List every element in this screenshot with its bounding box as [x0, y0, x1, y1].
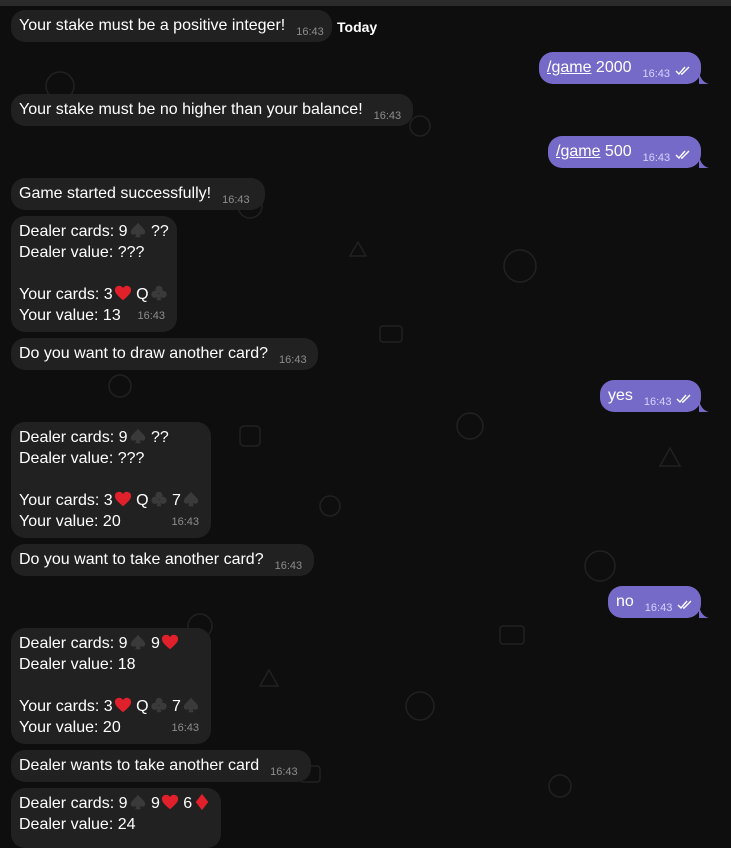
message-text: Your stake must be a positive integer! [19, 17, 286, 34]
your-cards-line: Your cards: 3 Q [19, 284, 167, 305]
message-text: no [616, 593, 634, 610]
message-text: Dealer wants to take another card [19, 757, 260, 774]
date-separator: Today [337, 19, 378, 35]
message-incoming[interactable]: Do you want to draw another card? 16:43 [11, 338, 318, 370]
message-text: Game started successfully! [19, 185, 212, 202]
message-outgoing[interactable]: /game 500 16:43 [548, 136, 701, 168]
bubble-tail [699, 72, 709, 84]
heart-suit-icon [161, 634, 178, 650]
bubble-tail [699, 156, 709, 168]
dealer-cards-label: Dealer cards: [19, 429, 119, 446]
message-time: 16:43 [222, 194, 250, 206]
game-state-message[interactable]: Dealer cards: 9 9 6 Dealer value: 24 [11, 788, 221, 848]
message-outgoing[interactable]: /game 2000 16:43 [539, 52, 701, 84]
message-incoming[interactable]: Your stake must be a positive integer! 16… [11, 10, 332, 42]
club-suit-icon [150, 491, 167, 507]
spade-suit-icon [183, 491, 199, 507]
heart-suit-icon [114, 285, 131, 301]
message-time: 16:43 [373, 110, 402, 122]
double-check-icon [675, 66, 690, 76]
your-value: Your value: 13 [19, 307, 121, 324]
game-state-message[interactable]: Dealer cards: 9 ?? Dealer value: ??? You… [11, 216, 177, 332]
club-suit-icon [150, 697, 167, 713]
dealer-value: Dealer value: ??? [19, 244, 145, 261]
your-cards-line: Your cards: 3 Q 7 [19, 490, 199, 511]
message-time: 16:43 [171, 722, 199, 734]
double-check-icon [676, 394, 691, 404]
dealer-value: Dealer value: ??? [19, 450, 145, 467]
message-outgoing[interactable]: no 16:43 [608, 586, 701, 618]
game-command-argument: 500 [600, 143, 632, 160]
double-check-icon [675, 150, 690, 160]
message-time: 16:43 [279, 354, 307, 366]
message-time: 16:43 [296, 26, 324, 38]
your-cards-label: Your cards: [19, 698, 104, 715]
message-time: 16:43 [270, 766, 298, 778]
message-incoming[interactable]: Dealer wants to take another card 16:43 [11, 750, 311, 782]
your-value: Your value: 20 [19, 719, 121, 736]
spade-suit-icon [130, 794, 145, 810]
dealer-cards-label: Dealer cards: [19, 223, 119, 240]
heart-suit-icon [161, 794, 178, 810]
dealer-value: Dealer value: 18 [19, 656, 136, 673]
dealer-cards-label: Dealer cards: [19, 635, 119, 652]
your-cards-label: Your cards: [19, 286, 104, 303]
game-command-link[interactable]: /game [547, 59, 591, 76]
dealer-cards-label: Dealer cards: [19, 795, 119, 812]
message-incoming[interactable]: Do you want to take another card? 16:43 [11, 544, 314, 576]
message-incoming[interactable]: Your stake must be no higher than your b… [11, 94, 413, 126]
dealer-cards-line: Dealer cards: 9 ?? [19, 222, 169, 240]
message-text: Do you want to draw another card? [19, 345, 269, 362]
message-time: 16:43 [274, 560, 303, 572]
game-command-argument: 2000 [591, 59, 632, 76]
message-text: Your stake must be no higher than your b… [19, 101, 363, 118]
double-check-icon [677, 600, 692, 610]
game-state-message[interactable]: Dealer cards: 9 ?? Dealer value: ??? You… [11, 422, 211, 538]
your-cards-label: Your cards: [19, 492, 104, 509]
heart-suit-icon [114, 491, 131, 507]
bubble-tail [699, 606, 709, 618]
message-time: 16:43 [171, 516, 199, 528]
message-outgoing[interactable]: yes 16:43 [600, 380, 701, 412]
message-time: 16:43 [644, 602, 673, 614]
diamond-suit-icon [195, 793, 209, 811]
spade-suit-icon [183, 697, 199, 713]
dealer-cards-line: Dealer cards: 9 9 6 [19, 793, 209, 814]
spade-suit-icon [130, 634, 145, 650]
club-suit-icon [150, 285, 167, 301]
message-time: 16:43 [642, 152, 671, 164]
spade-suit-icon [130, 428, 145, 444]
message-time: 16:43 [642, 68, 671, 80]
heart-suit-icon [114, 697, 131, 713]
dealer-value: Dealer value: 24 [19, 816, 136, 833]
your-cards-line: Your cards: 3 Q 7 [19, 696, 199, 717]
message-incoming[interactable]: Game started successfully! 16:43 [11, 178, 265, 210]
bubble-tail [699, 400, 709, 412]
message-text: yes [608, 387, 633, 404]
your-value: Your value: 20 [19, 513, 121, 530]
message-time: 16:43 [643, 396, 672, 408]
game-state-message[interactable]: Dealer cards: 9 9 Dealer value: 18 Your … [11, 628, 211, 744]
game-command-link[interactable]: /game [556, 143, 600, 160]
spade-suit-icon [130, 222, 145, 238]
dealer-cards-line: Dealer cards: 9 ?? [19, 428, 169, 446]
dealer-cards-line: Dealer cards: 9 9 [19, 633, 178, 654]
message-text: Do you want to take another card? [19, 551, 264, 568]
message-time: 16:43 [137, 310, 165, 322]
